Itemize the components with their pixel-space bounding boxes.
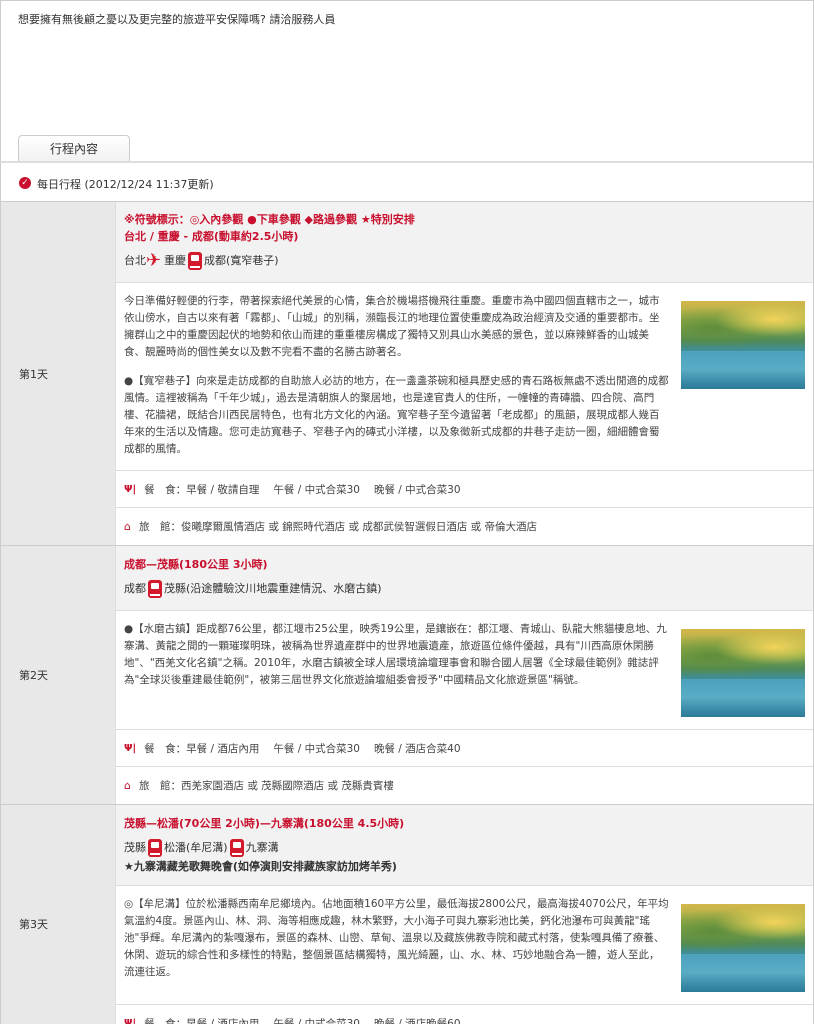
route-stop: 茂縣(沿途體驗汶川地震重建情況、水磨古鎮) — [164, 582, 382, 595]
route-stop: 台北 — [124, 254, 146, 267]
tab-itinerary[interactable]: 行程內容 — [18, 135, 130, 162]
day-description: ◎【牟尼溝】位於松潘縣西南牟尼鄉境內。佔地面積160平方公里，最低海拔2800公… — [116, 886, 813, 1005]
hotel-row: ⌂ 旅 館：俊曦摩爾風情酒店 或 錦熙時代酒店 或 成都武侯智選假日酒店 或 帝… — [116, 508, 813, 545]
description-paragraph: ◎【牟尼溝】位於松潘縣西南牟尼鄉境內。佔地面積160平方公里，最低海拔2800公… — [124, 898, 669, 978]
itinerary-table: 第1天 ※符號標示：◎入內參觀 ●下車參觀 ◆路過參觀 ★特別安排 台北 / 重… — [0, 201, 814, 1024]
day-body: 成都—茂縣(180公里 3小時) 成都 茂縣(沿途體驗汶川地震重建情況、水磨古鎮… — [116, 546, 814, 804]
route-header: 茂縣—松潘(70公里 2小時)—九寨溝(180公里 4.5小時) 茂縣 松潘(牟… — [116, 805, 813, 886]
scenery-photo — [681, 301, 805, 389]
description-text: ◎【牟尼溝】位於松潘縣西南牟尼鄉境內。佔地面積160平方公里，最低海拔2800公… — [124, 896, 681, 992]
route-title: 茂縣—松潘(70公里 2小時)—九寨溝(180公里 4.5小時) — [124, 817, 405, 830]
meal-lunch: 午餐 / 中式合菜30 — [273, 742, 360, 755]
fork-knife-icon: Ψ| — [124, 483, 137, 495]
insurance-notice: 想要擁有無後顧之憂以及更完整的旅遊平安保障嗎? 請洽服務人員 — [18, 13, 336, 26]
route-path: 茂縣 松潘(牟尼溝) 九寨溝 — [124, 837, 805, 859]
route-stop: 重慶 — [164, 254, 186, 267]
check-badge-icon: ✓ — [19, 177, 31, 189]
plane-icon: ✈ — [146, 250, 162, 271]
scenery-photo — [681, 904, 805, 992]
route-stop: 成都 — [124, 582, 146, 595]
description-paragraph: 今日準備好輕便的行李，帶著探索絕代美景的心情，集合於機場搭機飛往重慶。重慶市為中… — [124, 295, 660, 358]
hotel-text: 旅 館：西羌家園酒店 或 茂縣國際酒店 或 茂縣貴賓樓 — [138, 780, 394, 792]
meal-dinner: 晚餐 / 酒店合菜40 — [373, 742, 461, 755]
train-icon — [148, 580, 162, 598]
meal-lunch: 午餐 / 中式合菜30 — [273, 1018, 360, 1024]
description-text: 今日準備好輕便的行李，帶著探索絕代美景的心情，集合於機場搭機飛往重慶。重慶市為中… — [124, 293, 681, 458]
train-icon — [148, 839, 162, 857]
meal-lunch: 午餐 / 中式合菜30 — [273, 483, 360, 496]
meal-breakfast: 早餐 / 敬請自理 — [186, 483, 260, 496]
route-stop: 松潘(牟尼溝) — [164, 841, 228, 854]
day-row-3: 第3天 茂縣—松潘(70公里 2小時)—九寨溝(180公里 4.5小時) 茂縣 … — [0, 805, 814, 1024]
meal-dinner: 晚餐 / 中式合菜30 — [373, 483, 461, 496]
meal-label: 餐 食： — [144, 483, 187, 496]
hotel-text: 旅 館：俊曦摩爾風情酒店 或 錦熙時代酒店 或 成都武侯智選假日酒店 或 帝倫大… — [138, 521, 538, 533]
day-row-1: 第1天 ※符號標示：◎入內參觀 ●下車參觀 ◆路過參觀 ★特別安排 台北 / 重… — [0, 202, 814, 546]
route-header: ※符號標示：◎入內參觀 ●下車參觀 ◆路過參觀 ★特別安排 台北 / 重慶 - … — [116, 202, 813, 283]
route-path: 成都 茂縣(沿途體驗汶川地震重建情況、水磨古鎮) — [124, 578, 805, 600]
fork-knife-icon: Ψ| — [124, 1018, 137, 1024]
meal-breakfast: 早餐 / 酒店內用 — [186, 1018, 260, 1024]
description-paragraph: ●【水磨古鎮】距成都76公里，都江堰市25公里，映秀19公里，是鑲嵌在：都江堰、… — [124, 623, 667, 686]
route-path: 台北 ✈ 重慶 成都(寬窄巷子) — [124, 250, 805, 272]
scenery-photo — [681, 629, 805, 717]
meal-row: Ψ| 餐 食： 早餐 / 敬請自理 午餐 / 中式合菜30 晚餐 / 中式合菜3… — [116, 471, 813, 508]
description-paragraph: ●【寬窄巷子】向來是走訪成都的自助旅人必訪的地方，在一盞盞茶碗和極具歷史感的青石… — [124, 375, 669, 455]
home-icon: ⌂ — [124, 520, 131, 533]
symbol-legend: ※符號標示：◎入內參觀 ●下車參觀 ◆路過參觀 ★特別安排 — [124, 213, 415, 226]
route-stop: 茂縣 — [124, 841, 146, 854]
route-title: 成都—茂縣(180公里 3小時) — [124, 558, 268, 571]
route-stop: 成都(寬窄巷子) — [204, 254, 279, 267]
train-icon — [188, 252, 202, 270]
meal-dinner: 晚餐 / 酒店晚餐60 — [373, 1018, 461, 1024]
day-row-2: 第2天 成都—茂縣(180公里 3小時) 成都 茂縣(沿途體驗汶川地震重建情況、… — [0, 546, 814, 805]
meal-row: Ψ| 餐 食： 早餐 / 酒店內用 午餐 / 中式合菜30 晚餐 / 酒店晚餐6… — [116, 1005, 813, 1024]
meal-label: 餐 食： — [144, 1018, 187, 1024]
day-description: ●【水磨古鎮】距成都76公里，都江堰市25公里，映秀19公里，是鑲嵌在：都江堰、… — [116, 611, 813, 730]
description-text: ●【水磨古鎮】距成都76公里，都江堰市25公里，映秀19公里，是鑲嵌在：都江堰、… — [124, 621, 681, 717]
daily-itinerary-header: ✓ 每日行程 (2012/12/24 11:37更新) — [0, 163, 814, 201]
day-label: 第3天 — [0, 805, 116, 1024]
day-label: 第1天 — [0, 202, 116, 545]
day-body: 茂縣—松潘(70公里 2小時)—九寨溝(180公里 4.5小時) 茂縣 松潘(牟… — [116, 805, 814, 1024]
route-header: 成都—茂縣(180公里 3小時) 成都 茂縣(沿途體驗汶川地震重建情況、水磨古鎮… — [116, 546, 813, 611]
hotel-row: ⌂ 旅 館：西羌家園酒店 或 茂縣國際酒店 或 茂縣貴賓樓 — [116, 767, 813, 804]
route-title: 台北 / 重慶 - 成都(動車約2.5小時) — [124, 230, 299, 243]
day-label: 第2天 — [0, 546, 116, 804]
day-body: ※符號標示：◎入內參觀 ●下車參觀 ◆路過參觀 ★特別安排 台北 / 重慶 - … — [116, 202, 814, 545]
home-icon: ⌂ — [124, 779, 131, 792]
train-icon — [229, 839, 244, 857]
daily-itinerary-label: 每日行程 (2012/12/24 11:37更新) — [37, 178, 214, 191]
meal-row: Ψ| 餐 食： 早餐 / 酒店內用 午餐 / 中式合菜30 晚餐 / 酒店合菜4… — [116, 730, 813, 767]
meal-breakfast: 早餐 / 酒店內用 — [186, 742, 260, 755]
special-arrangement: ★九寨溝藏羌歌舞晚會(如停演則安排藏族家訪加烤羊秀) — [124, 860, 397, 873]
meal-label: 餐 食： — [144, 742, 187, 755]
day-description: 今日準備好輕便的行李，帶著探索絕代美景的心情，集合於機場搭機飛往重慶。重慶市為中… — [116, 283, 813, 471]
route-stop: 九寨溝 — [245, 841, 279, 854]
fork-knife-icon: Ψ| — [124, 742, 137, 754]
